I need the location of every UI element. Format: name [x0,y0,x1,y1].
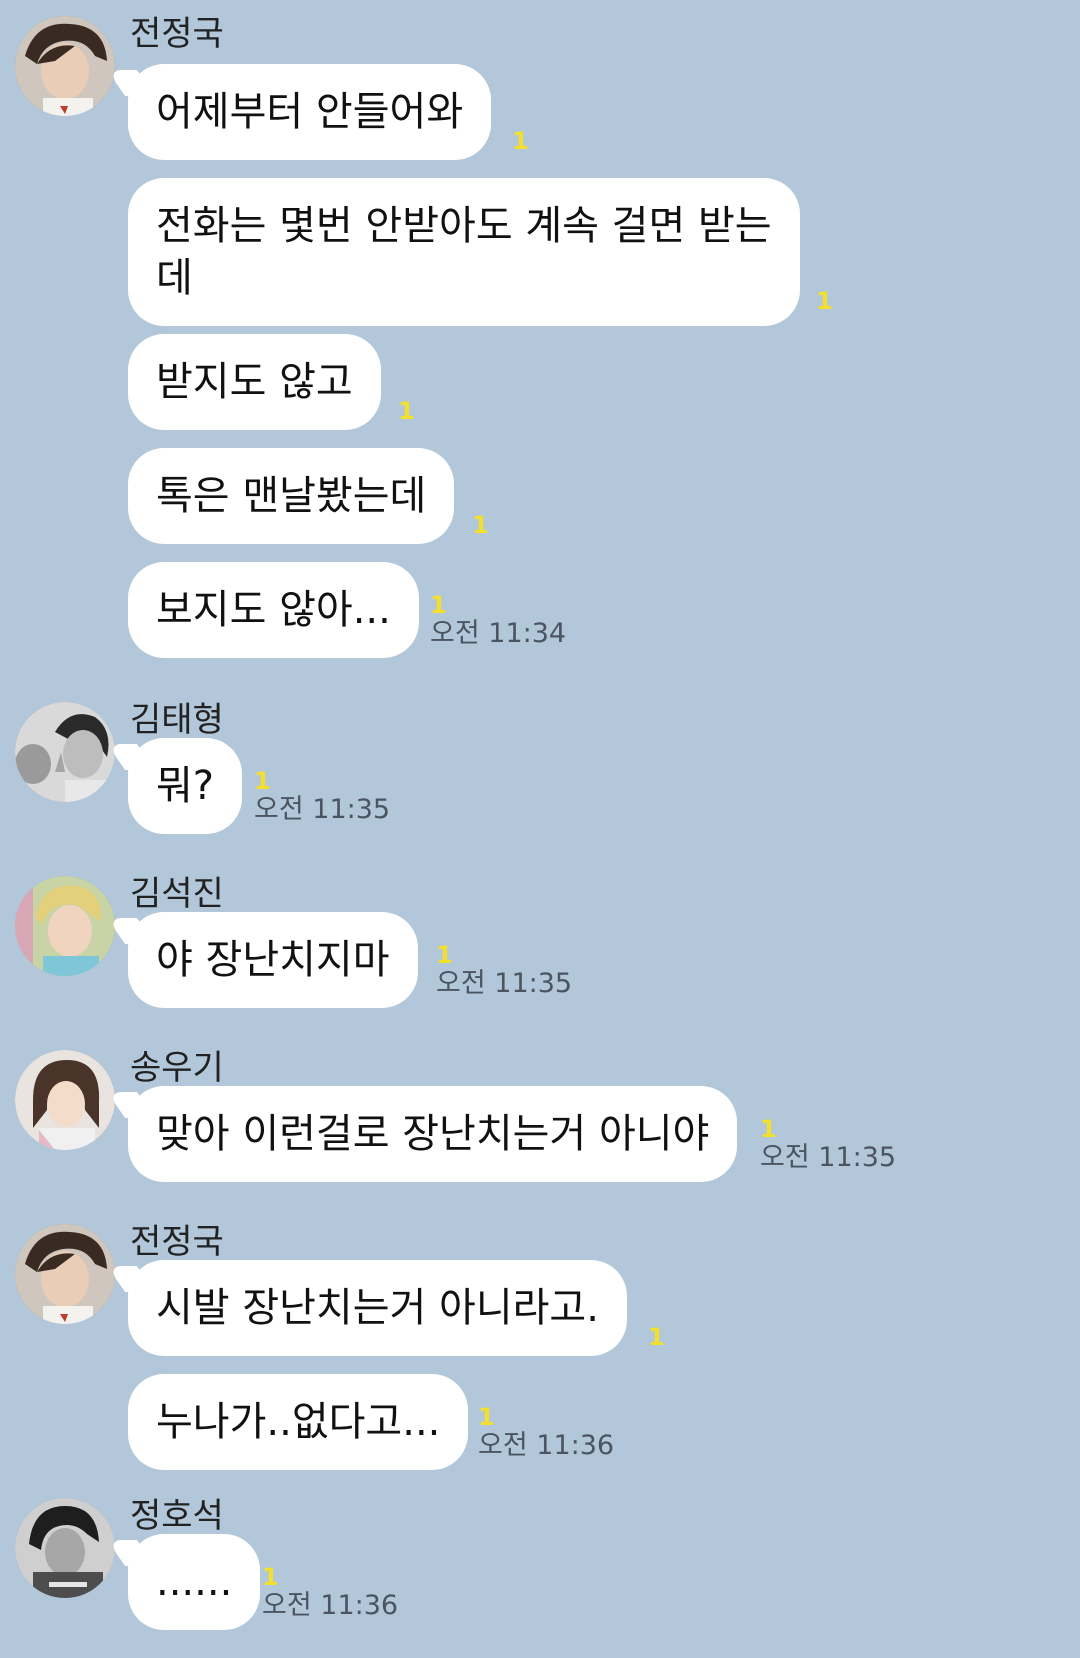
message-bubble[interactable]: 야 장난치지마 [128,912,418,1008]
avatar-jungkook-icon[interactable] [15,1224,115,1324]
message-time: 오전 11:35 [254,794,391,825]
sender-name: 송우기 [130,1048,224,1088]
message-bubble[interactable]: 받지도 않고 [128,334,381,430]
unread-count: 1 [472,511,489,539]
unread-count: 1 [512,127,529,155]
message-meta: 1 [472,512,489,538]
unread-count: 1 [398,397,415,425]
message-meta: 1 오전 11:36 [478,1404,614,1462]
sender-name: 김석진 [130,874,224,914]
message-time: 오전 11:36 [262,1590,399,1621]
message-text: 맞아 이런걸로 장난치는거 아니야 [156,1111,710,1157]
message-text: 야 장난치지마 [156,937,390,983]
message-meta: 1 [512,128,529,154]
sender-name: 정호석 [130,1496,224,1536]
message-bubble[interactable]: 어제부터 안들어와 [128,64,492,160]
message-meta: 1 오전 11:34 [430,592,566,650]
sender-name: 김태형 [130,700,224,740]
message-text: 뭐? [156,763,215,809]
message-text: 톡은 맨날봤는데 [156,473,427,519]
chat-room[interactable]: 전정국 어제부터 안들어와 1 전화는 몇번 안받아도 계속 걸면 받는데 1 … [0,0,1080,1658]
message-meta: 1 오전 11:35 [760,1116,896,1174]
unread-count: 1 [760,1115,777,1143]
message-time: 오전 11:35 [436,968,573,999]
message-time: 오전 11:36 [478,1430,615,1461]
unread-count: 1 [816,287,833,315]
avatar-yuqi-icon[interactable] [15,1050,115,1150]
message-bubble[interactable]: 맞아 이런걸로 장난치는거 아니야 [128,1086,738,1182]
message-bubble[interactable]: ...... [128,1534,261,1630]
message-bubble[interactable]: 누나가..없다고... [128,1374,469,1470]
message-text: ...... [156,1559,233,1605]
avatar-hoseok-icon[interactable] [15,1498,115,1598]
message-bubble[interactable]: 뭐? [128,738,243,834]
message-text: 보지도 않아... [156,587,391,633]
message-time: 오전 11:34 [430,618,567,649]
unread-count: 1 [262,1563,279,1591]
message-text: 받지도 않고 [156,359,353,405]
message-text: 어제부터 안들어와 [156,89,464,135]
unread-count: 1 [436,941,453,969]
message-meta: 1 오전 11:35 [436,942,572,1000]
message-time: 오전 11:35 [760,1142,897,1173]
message-meta: 1 [648,1324,665,1350]
message-bubble[interactable]: 톡은 맨날봤는데 [128,448,455,544]
unread-count: 1 [478,1403,495,1431]
message-meta: 1 [398,398,415,424]
message-bubble[interactable]: 시발 장난치는거 아니라고. [128,1260,627,1356]
message-meta: 1 오전 11:36 [262,1564,398,1622]
avatar-seokjin-icon[interactable] [15,876,115,976]
message-meta: 1 오전 11:35 [254,768,390,826]
unread-count: 1 [430,591,447,619]
message-text: 시발 장난치는거 아니라고. [156,1285,599,1331]
unread-count: 1 [254,767,271,795]
message-meta: 1 [816,288,833,314]
sender-name: 전정국 [130,1222,224,1262]
message-text: 누나가..없다고... [156,1399,441,1445]
unread-count: 1 [648,1323,665,1351]
sender-name: 전정국 [130,14,224,54]
message-bubble[interactable]: 보지도 않아... [128,562,419,658]
message-text: 전화는 몇번 안받아도 계속 걸면 받는데 [156,203,772,301]
avatar-jungkook-icon[interactable] [15,16,115,116]
avatar-taehyung-icon[interactable] [15,702,115,802]
message-bubble[interactable]: 전화는 몇번 안받아도 계속 걸면 받는데 [128,178,800,326]
